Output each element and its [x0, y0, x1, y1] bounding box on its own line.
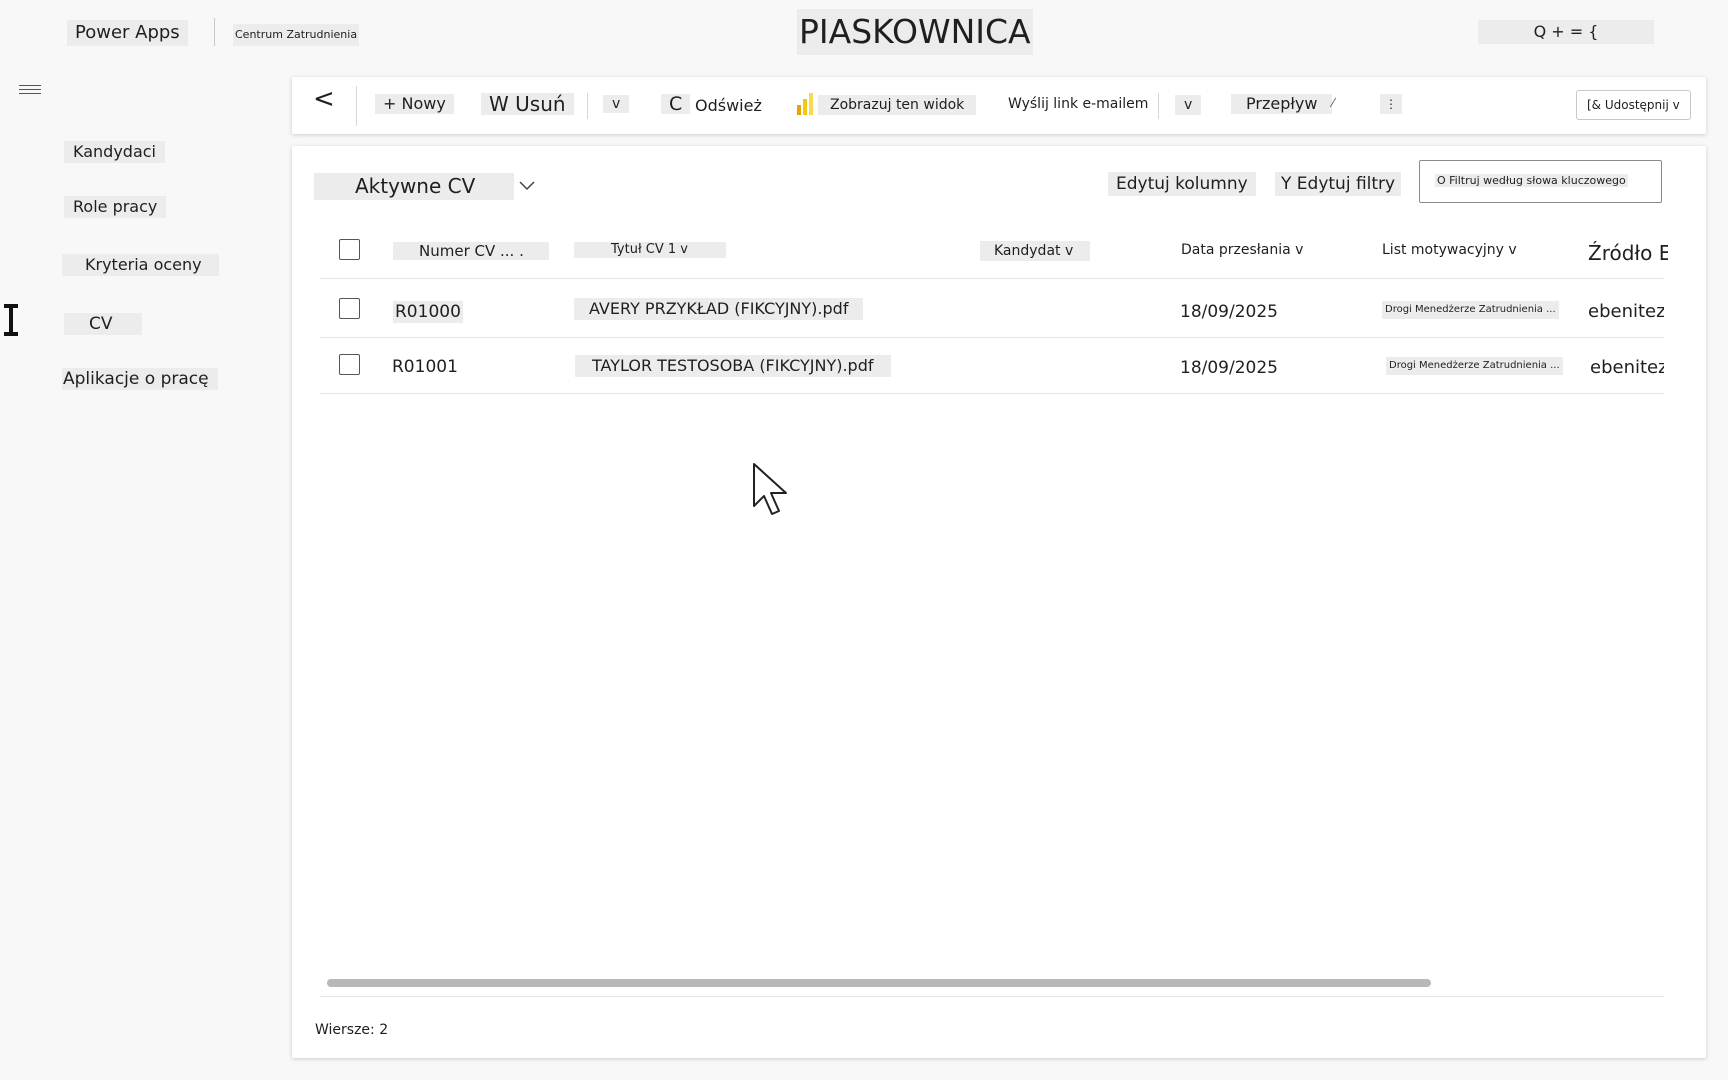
view-selector[interactable]: Aktywne CV — [314, 173, 514, 200]
row-cv-title-link[interactable]: AVERY PRZYKŁAD (FIKCYJNY).pdf — [574, 298, 864, 320]
row-cover-letter: Drogi Menedżerze Zatrudnienia ... — [1382, 301, 1559, 319]
row-cv-number[interactable]: R01001 — [392, 357, 458, 377]
horizontal-scrollbar[interactable] — [327, 979, 1431, 987]
share-button[interactable]: [& Udostępnij v — [1576, 90, 1691, 120]
toolbar-divider — [1158, 93, 1159, 119]
keyword-filter-placeholder: O Filtruj według słowa kluczowego — [1435, 174, 1628, 187]
nav-item-cv[interactable]: CV — [64, 313, 142, 335]
row-upload-date: 18/09/2025 — [1180, 302, 1278, 322]
overflow-menu-icon[interactable]: ⋮ — [1380, 94, 1402, 114]
footer-divider — [320, 996, 1664, 997]
row-checkbox[interactable] — [339, 298, 360, 319]
command-bar: < + Nowy W Usuń v C Odśwież Zobrazuj ten… — [292, 77, 1706, 134]
row-divider — [320, 337, 1664, 338]
mouse-pointer-icon — [753, 463, 787, 515]
power-bi-icon — [797, 93, 813, 115]
column-header-source[interactable]: Źródło E — [1588, 241, 1668, 265]
header-icons[interactable]: Q + = { — [1478, 20, 1654, 44]
delete-more-button[interactable]: v — [603, 95, 630, 113]
new-button[interactable]: + Nowy — [375, 94, 454, 114]
nav-item-kryteria-oceny[interactable]: Kryteria oceny — [62, 254, 219, 276]
refresh-button[interactable]: Odśwież — [695, 96, 762, 115]
row-source: ebenitez — [1590, 357, 1664, 378]
column-header-candidate[interactable]: Kandydat v — [980, 241, 1090, 261]
grid-panel: Aktywne CV Edytuj kolumny Y Edytuj filtr… — [292, 146, 1706, 1058]
refresh-icon[interactable]: C — [661, 94, 691, 114]
column-header-number[interactable]: Numer CV ... . — [393, 242, 549, 260]
row-checkbox[interactable] — [339, 354, 360, 375]
header-divider — [214, 18, 215, 46]
header-divider — [320, 278, 1664, 279]
sandbox-label: PIASKOWNICA — [797, 9, 1033, 55]
row-divider — [320, 393, 1664, 394]
row-cv-title-link[interactable]: TAYLOR TESTOSOBA (FIKCYJNY).pdf — [575, 355, 891, 377]
row-count: Wiersze: 2 — [315, 1022, 389, 1038]
row-cv-number[interactable]: R01000 — [393, 301, 463, 323]
edit-filters-button[interactable]: Y Edytuj filtry — [1275, 172, 1402, 196]
keyword-filter-input[interactable]: O Filtruj według słowa kluczowego — [1419, 160, 1662, 203]
show-view-button[interactable]: Zobrazuj ten widok — [818, 95, 977, 115]
back-button[interactable]: < — [313, 84, 335, 114]
column-header-cover-letter[interactable]: List motywacyjny v — [1382, 242, 1517, 258]
text-cursor-icon — [4, 304, 18, 336]
hamburger-menu-icon[interactable] — [19, 85, 41, 95]
row-source: ebenitez — [1588, 301, 1664, 322]
edit-columns-button[interactable]: Edytuj kolumny — [1108, 172, 1256, 196]
flow-button[interactable]: Przepływ — [1231, 94, 1333, 114]
column-header-title[interactable]: Tytuł CV 1 v — [574, 242, 726, 258]
chevron-down-icon[interactable] — [518, 180, 536, 192]
toolbar-divider — [587, 93, 588, 119]
flow-more-icon[interactable]: ⁄ — [1332, 96, 1334, 110]
delete-button[interactable]: W Usuń — [481, 93, 574, 115]
nav-item-role-pracy[interactable]: Role pracy — [64, 196, 167, 218]
select-all-checkbox[interactable] — [339, 239, 360, 260]
nav-item-aplikacje[interactable]: Aplikacje o pracę — [62, 368, 218, 390]
environment-name[interactable]: Centrum Zatrudnienia — [233, 24, 360, 46]
column-header-date[interactable]: Data przesłania v — [1181, 242, 1303, 258]
email-link-button[interactable]: Wyślij link e-mailem — [1008, 96, 1148, 112]
toolbar-divider — [356, 86, 357, 126]
email-more-button[interactable]: v — [1175, 95, 1202, 115]
row-upload-date: 18/09/2025 — [1180, 358, 1278, 378]
nav-item-kandydaci[interactable]: Kandydaci — [64, 141, 165, 163]
row-cover-letter: Drogi Menedżerze Zatrudnienia ... — [1386, 357, 1563, 375]
app-name[interactable]: Power Apps — [67, 20, 188, 46]
